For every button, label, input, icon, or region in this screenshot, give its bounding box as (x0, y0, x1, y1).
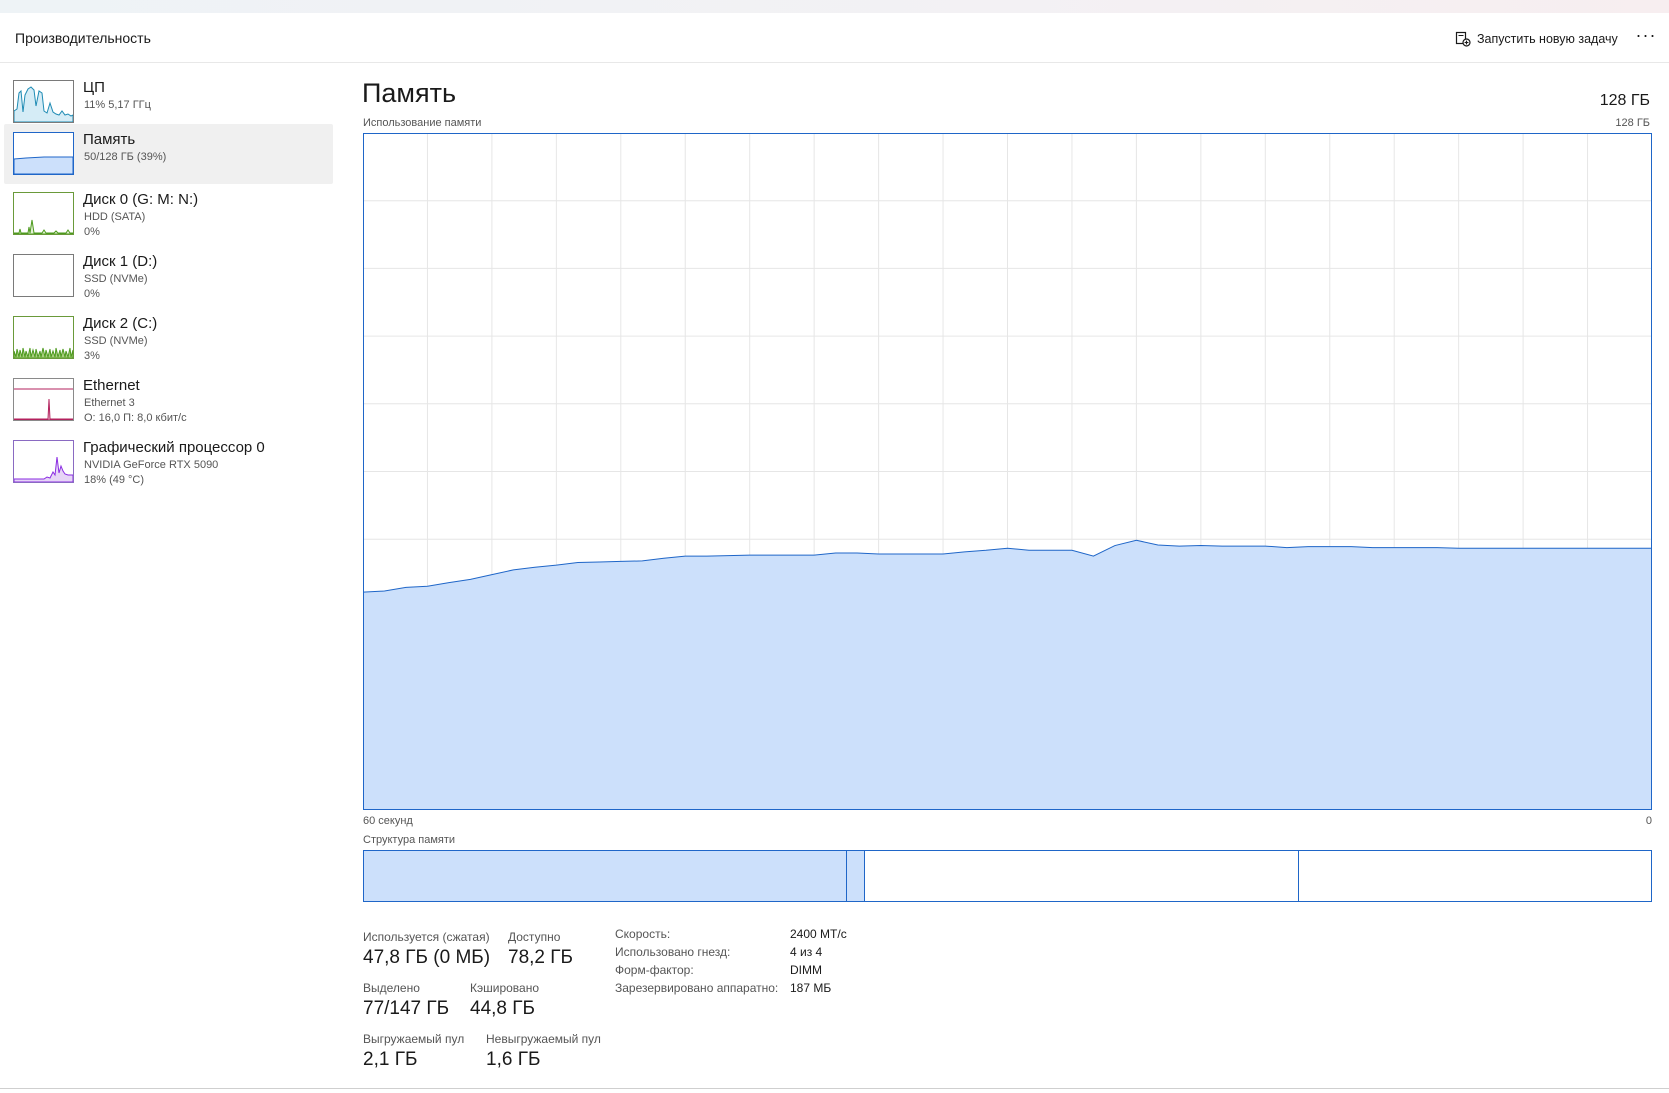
memory-usage-area (363, 540, 1652, 810)
ethernet-thumbnail (13, 378, 74, 421)
memory-total: 128 ГБ (1599, 92, 1650, 109)
run-new-task-label: Запустить новую задачу (1477, 32, 1618, 46)
sidebar-item-usage: 0% (84, 226, 100, 238)
sidebar-item-cpu[interactable]: ЦП 11% 5,17 ГГц (4, 72, 333, 132)
window-bottom-border (0, 1088, 1669, 1089)
hardware-reserved-label: Зарезервировано аппаратно: (615, 981, 779, 995)
cached-label: Кэшировано (470, 981, 540, 995)
structure-free[interactable] (1299, 851, 1651, 901)
run-new-task-button[interactable]: Запустить новую задачу (1455, 28, 1618, 50)
in-use-value: 47,8 ГБ (0 МБ) (363, 947, 491, 968)
sidebar-item-name: Диск 1 (D:) (83, 253, 158, 270)
memory-usage-max: 128 ГБ (1615, 117, 1650, 129)
speed-label: Скорость: (615, 927, 671, 941)
available-value: 78,2 ГБ (508, 947, 574, 968)
sidebar-item-name: Ethernet (83, 377, 140, 394)
sidebar-item-usage: О: 16,0 П: 8,0 кбит/с (84, 412, 187, 424)
sidebar-item-name: Диск 0 (G: M: N:) (83, 191, 199, 208)
sidebar-item-disk-0[interactable]: Диск 0 (G: M: N:) HDD (SATA) 0% (4, 184, 333, 244)
page-title: Производительность (15, 30, 151, 46)
sidebar-item-gpu-0[interactable]: Графический процессор 0 NVIDIA GeForce R… (4, 432, 333, 492)
disk-2-thumbnail (13, 316, 74, 359)
sidebar-item-disk-2[interactable]: Диск 2 (C:) SSD (NVMe) 3% (4, 308, 333, 368)
form-factor-value: DIMM (790, 963, 822, 977)
sidebar-item-detail: 50/128 ГБ (39%) (84, 151, 167, 163)
sidebar-item-detail: NVIDIA GeForce RTX 5090 (84, 459, 219, 471)
new-task-icon (1455, 31, 1471, 47)
slots-used-label: Использовано гнезд: (615, 945, 731, 959)
sidebar-item-name: Диск 2 (C:) (83, 315, 158, 332)
more-options-button[interactable]: ··· (1632, 25, 1660, 49)
nonpaged-pool-label: Невыгружаемый пул (486, 1032, 601, 1046)
sidebar-item-detail: SSD (NVMe) (84, 335, 148, 347)
paged-pool-label: Выгружаемый пул (363, 1032, 465, 1046)
chart-axis-end: 0 (1645, 815, 1652, 827)
sidebar-item-name: Графический процессор 0 (83, 439, 265, 456)
sidebar-item-name: ЦП (83, 79, 105, 96)
nonpaged-pool-value: 1,6 ГБ (486, 1049, 541, 1070)
sidebar-item-detail: SSD (NVMe) (84, 273, 148, 285)
memory-structure-label: Структура памяти (363, 834, 456, 846)
page-header: Производительность Запустить новую задач… (0, 13, 1669, 63)
committed-value: 77/147 ГБ (363, 998, 450, 1019)
sidebar-item-detail: HDD (SATA) (84, 211, 146, 223)
speed-value: 2400 МТ/с (790, 927, 847, 941)
sidebar-item-detail: 11% 5,17 ГГц (84, 99, 151, 111)
sidebar-item-memory[interactable]: Память 50/128 ГБ (39%) (4, 124, 333, 184)
sidebar-item-usage: 3% (84, 350, 100, 362)
memory-structure-bar[interactable] (363, 850, 1652, 902)
gpu-0-thumbnail (13, 440, 74, 483)
memory-title: Память (362, 78, 457, 108)
window-top-strip (0, 0, 1669, 13)
form-factor-label: Форм-фактор: (615, 963, 694, 977)
available-label: Доступно (508, 930, 561, 944)
sidebar-item-detail: Ethernet 3 (84, 397, 135, 409)
cached-value: 44,8 ГБ (470, 998, 536, 1019)
disk-1-thumbnail (13, 254, 74, 297)
sidebar-item-name: Память (83, 131, 136, 148)
memory-usage-chart (363, 133, 1652, 810)
structure-standby[interactable] (865, 851, 1299, 901)
sidebar-item-usage: 18% (49 °C) (84, 474, 145, 486)
cpu-thumbnail (13, 80, 74, 123)
committed-label: Выделено (363, 981, 420, 995)
memory-usage-label: Использование памяти (363, 117, 482, 129)
structure-modified[interactable] (847, 851, 865, 901)
paged-pool-value: 2,1 ГБ (363, 1049, 418, 1070)
sidebar-item-ethernet[interactable]: Ethernet Ethernet 3 О: 16,0 П: 8,0 кбит/… (4, 370, 333, 430)
disk-0-thumbnail (13, 192, 74, 235)
sidebar-item-usage: 0% (84, 288, 100, 300)
slots-used-value: 4 из 4 (790, 945, 823, 959)
hardware-reserved-value: 187 МБ (790, 981, 832, 995)
structure-in-use[interactable] (364, 851, 847, 901)
chart-axis-start: 60 секунд (363, 815, 413, 827)
memory-thumbnail (13, 132, 74, 175)
in-use-label: Используется (сжатая) (363, 930, 490, 944)
sidebar-item-disk-1[interactable]: Диск 1 (D:) SSD (NVMe) 0% (4, 246, 333, 306)
